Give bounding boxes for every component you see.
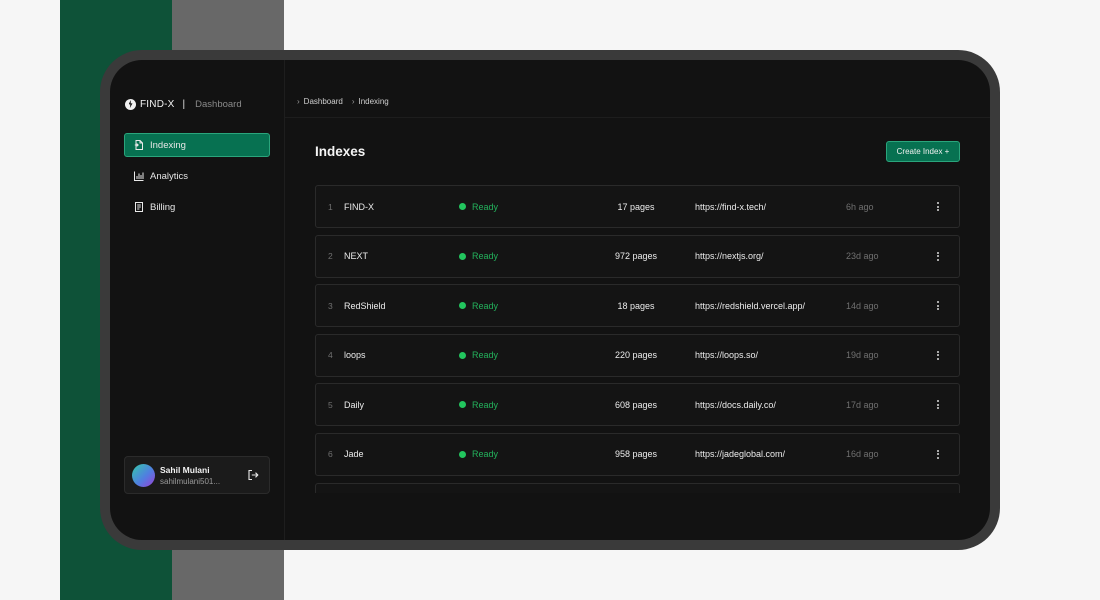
page-count: 18 pages [617, 300, 655, 311]
header-divider [285, 117, 990, 118]
updated-time: 16d ago [846, 449, 879, 460]
status-badge: Ready [459, 335, 498, 376]
page-count: 958 pages [614, 449, 658, 460]
index-name: NEXT [344, 251, 369, 262]
chevron-right-icon: › [351, 96, 355, 106]
row-number: 5 [328, 399, 333, 410]
more-options-icon[interactable] [933, 384, 943, 425]
sidebar-nav: Indexing Analytics Billing [124, 133, 270, 226]
status-dot-icon [459, 203, 466, 210]
bar-chart-icon [134, 171, 144, 181]
index-row[interactable]: 5 Daily Ready 608 pages https://docs.dai… [315, 383, 960, 427]
page-count: 608 pages [614, 399, 658, 410]
index-row[interactable]: 3 RedShield Ready 18 pages https://redsh… [315, 284, 960, 328]
file-index-icon [134, 140, 143, 150]
index-row[interactable]: 1 FIND-X Ready 17 pages https://find-x.t… [315, 185, 960, 228]
status-badge: Ready [459, 236, 498, 277]
brand-section: Dashboard [195, 98, 242, 110]
page-title: Indexes [315, 144, 366, 159]
row-number: 6 [328, 449, 333, 460]
user-name: Sahil Mulani [160, 465, 210, 475]
row-number: 3 [328, 300, 333, 311]
row-number: 4 [328, 350, 333, 361]
avatar [132, 464, 155, 487]
index-list: 1 FIND-X Ready 17 pages https://find-x.t… [315, 185, 960, 493]
index-url[interactable]: https://jadeglobal.com/ [695, 434, 785, 475]
status-label: Ready [472, 201, 499, 212]
status-dot-icon [459, 252, 466, 260]
status-dot-icon [459, 401, 466, 409]
logout-icon[interactable] [247, 469, 259, 481]
breadcrumb-indexing[interactable]: Indexing [358, 97, 388, 106]
updated-time: 14d ago [846, 300, 879, 311]
status-label: Ready [472, 251, 499, 262]
sidebar-item-indexing[interactable]: Indexing [124, 133, 270, 157]
updated-time: 17d ago [846, 399, 879, 410]
index-row[interactable] [315, 482, 960, 493]
brand-name: FIND-X [140, 98, 175, 110]
brand[interactable]: FIND-X | Dashboard [125, 97, 242, 111]
status-dot-icon [459, 302, 466, 310]
index-name: Daily [344, 399, 365, 410]
device-frame: FIND-X | Dashboard Indexing Analytics Bi… [100, 50, 1000, 550]
index-name: Jade [344, 449, 364, 460]
index-row[interactable]: 2 NEXT Ready 972 pages https://nextjs.or… [315, 234, 960, 278]
page-count: 972 pages [614, 251, 658, 262]
breadcrumb: › Dashboard › Indexing [297, 96, 398, 106]
sidebar: FIND-X | Dashboard Indexing Analytics Bi… [110, 60, 285, 540]
status-label: Ready [472, 449, 499, 460]
index-name: FIND-X [344, 201, 374, 212]
more-options-icon[interactable] [933, 285, 943, 326]
sidebar-item-analytics[interactable]: Analytics [124, 164, 270, 188]
more-options-icon[interactable] [933, 186, 943, 227]
index-url[interactable]: https://loops.so/ [695, 335, 758, 376]
index-url[interactable]: https://redshield.vercel.app/ [695, 285, 805, 326]
page-count: 17 pages [617, 201, 655, 212]
status-badge: Ready [459, 434, 498, 475]
index-row[interactable]: 4 loops Ready 220 pages https://loops.so… [315, 333, 960, 377]
sidebar-item-billing[interactable]: Billing [124, 195, 270, 219]
status-dot-icon [459, 351, 466, 359]
user-email: sahilmulani501... [160, 477, 221, 486]
updated-time: 23d ago [846, 251, 879, 262]
status-badge: Ready [459, 285, 498, 326]
sidebar-item-label: Analytics [150, 170, 189, 182]
page-count: 220 pages [614, 350, 658, 361]
index-name: loops [344, 350, 366, 361]
updated-time: 19d ago [846, 350, 879, 361]
status-label: Ready [472, 350, 499, 361]
more-options-icon[interactable] [933, 236, 943, 277]
index-row[interactable]: 6 Jade Ready 958 pages https://jadegloba… [315, 432, 960, 476]
status-badge: Ready [459, 384, 498, 425]
brand-separator: | [182, 98, 186, 110]
status-badge: Ready [459, 186, 498, 227]
bolt-logo-icon [125, 98, 136, 110]
sidebar-item-label: Indexing [150, 139, 186, 151]
index-url[interactable]: https://find-x.tech/ [695, 186, 766, 227]
breadcrumb-dashboard[interactable]: Dashboard [304, 97, 343, 106]
index-name: RedShield [344, 300, 386, 311]
chevron-right-icon: › [297, 96, 300, 106]
more-options-icon[interactable] [933, 335, 943, 376]
main-content: › Dashboard › Indexing Indexes Create In… [285, 60, 990, 540]
index-url[interactable]: https://docs.daily.co/ [695, 384, 776, 425]
more-options-icon[interactable] [933, 434, 943, 475]
updated-time: 6h ago [846, 201, 874, 212]
row-number: 2 [328, 251, 333, 262]
index-url[interactable]: https://nextjs.org/ [695, 236, 764, 277]
status-label: Ready [472, 399, 499, 410]
app-screen: FIND-X | Dashboard Indexing Analytics Bi… [110, 60, 990, 540]
create-index-button[interactable]: Create Index + [886, 141, 960, 162]
sidebar-item-label: Billing [150, 201, 176, 213]
status-label: Ready [472, 300, 499, 311]
row-number: 1 [328, 201, 333, 212]
receipt-icon [135, 202, 143, 212]
user-card[interactable]: Sahil Mulani sahilmulani501... [124, 456, 270, 494]
status-dot-icon [459, 450, 466, 458]
